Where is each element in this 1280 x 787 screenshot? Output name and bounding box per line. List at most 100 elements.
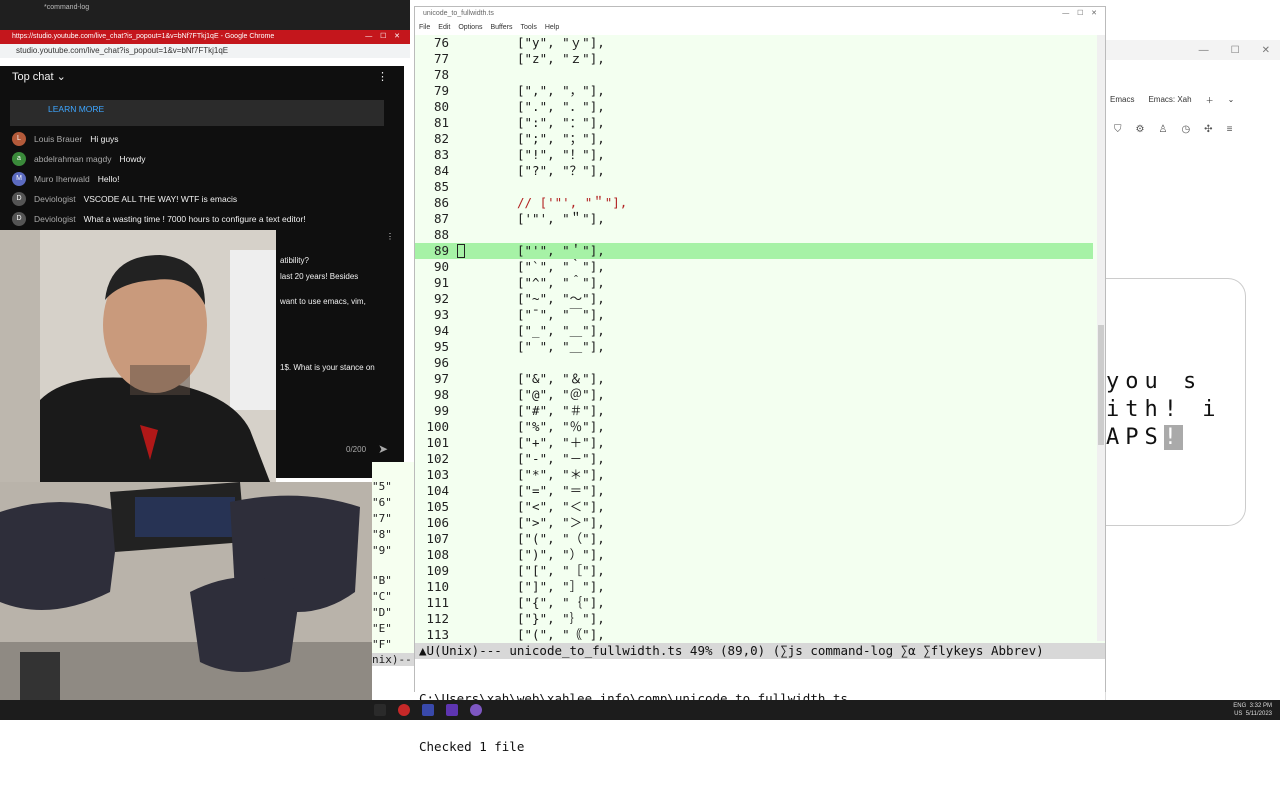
code-line[interactable]: 77 ["z", "ｚ"], [415,51,1093,67]
line-number: 83 [433,147,449,162]
line-number: 88 [433,227,449,242]
code-line[interactable]: 101 ["+", "＋"], [415,435,1093,451]
strip-line: "9" [372,544,392,557]
minimize-icon[interactable]: — [1199,45,1209,56]
code-line[interactable]: 105 ["<", "＜"], [415,499,1093,515]
shield-icon[interactable]: ⛉ [1114,124,1122,135]
code-line[interactable]: 83 ["!", "！"], [415,147,1093,163]
chat-author[interactable]: Deviologist [34,214,76,224]
code-line[interactable]: 100 ["%", "％"], [415,419,1093,435]
chat-author[interactable]: Deviologist [34,194,76,204]
code-line[interactable]: 106 [">", "＞"], [415,515,1093,531]
code-line[interactable]: 80 [".", "．"], [415,99,1093,115]
line-text: ["<", "＜"], [517,499,605,514]
line-number: 103 [426,467,449,482]
code-line[interactable]: 85 [415,179,1093,195]
chat-author[interactable]: Muro Ihenwald [34,174,90,184]
code-line[interactable]: 84 ["?", "？"], [415,163,1093,179]
menu-icon[interactable]: ≡ [1227,124,1233,135]
line-number: 78 [433,67,449,82]
chat-author[interactable]: abdelrahman magdy [34,154,112,164]
menu-buffers[interactable]: Buffers [490,21,512,35]
emacs-icon[interactable] [446,704,458,716]
code-line[interactable]: 79 [",", "，"], [415,83,1093,99]
more-options-icon[interactable]: ⋮ [377,66,388,88]
chat-author[interactable]: Louis Brauer [34,134,82,144]
line-number: 87 [433,211,449,226]
learn-more-link[interactable]: LEARN MORE [10,100,384,126]
avatar: a [12,152,26,166]
side-text: want to use emacs, vim, [280,297,366,306]
line-text: ["_", "＿"], [517,323,605,338]
code-buffer[interactable]: 76 ["y", "ｙ"], 77 ["z", "ｚ"], 78 79 [",", "，"]… [415,35,1095,641]
code-line[interactable]: 86 // ['"', "＂"], [415,195,1093,211]
menu-tools[interactable]: Tools [521,21,537,35]
bg-tab-2[interactable]: Emacs: Xah [1148,95,1191,106]
code-line[interactable]: 90 ["`", "｀"], [415,259,1093,275]
code-line[interactable]: 109 ["[", "［"], [415,563,1093,579]
url-bar[interactable]: studio.youtube.com/live_chat?is_popout=1… [0,44,410,58]
new-tab-icon[interactable]: ＋ [1206,95,1214,106]
chat-text: Hi guys [90,134,119,144]
extension-icon[interactable]: ✣ [1204,124,1212,135]
menu-help[interactable]: Help [545,21,559,35]
more-options-icon[interactable]: ⋮ [386,232,394,241]
code-line[interactable]: 102 ["-", "－"], [415,451,1093,467]
code-line[interactable]: 112 ["}", "｝"], [415,611,1093,627]
code-line[interactable]: 95 [" ", "＿"], [415,339,1093,355]
code-line[interactable]: 88 [415,227,1093,243]
code-line[interactable]: 93 ["¯", "￣"], [415,307,1093,323]
code-line[interactable]: 96 [415,355,1093,371]
vertical-scrollbar[interactable] [1097,35,1105,641]
chrome-icon[interactable] [398,704,410,716]
code-line[interactable]: 82 [";", "；"], [415,131,1093,147]
close-icon[interactable]: ✕ [1262,45,1270,56]
code-line[interactable]: 76 ["y", "ｙ"], [415,35,1093,51]
avatar: L [12,132,26,146]
code-line[interactable]: 87 ['"', "＂"], [415,211,1093,227]
code-line[interactable]: 103 ["*", "＊"], [415,467,1093,483]
code-line[interactable]: 111 ["{", "｛"], [415,595,1093,611]
gear-icon[interactable]: ⚙ [1136,124,1145,135]
line-number: 111 [426,595,449,610]
code-line[interactable]: 78 [415,67,1093,83]
line-text: ["¯", "￣"], [517,307,605,322]
menu-file[interactable]: File [419,21,430,35]
chevron-down-icon[interactable]: ⌄ [1228,95,1235,106]
code-line[interactable]: 108 [")", "）"], [415,547,1093,563]
code-line[interactable]: 113 ["(", "｟"], [415,627,1093,641]
bg-tab-1[interactable]: Emacs [1110,95,1134,106]
line-text: ["y", "ｙ"], [517,35,605,50]
minibuffer[interactable]: C:\Users\xah\web\xahlee_info\comp\unicod… [415,659,1105,754]
maximize-icon[interactable]: ☐ [1231,45,1240,56]
code-line[interactable]: 97 ["&", "＆"], [415,371,1093,387]
app-icon[interactable] [422,704,434,716]
person-icon[interactable]: ♙ [1158,124,1167,135]
line-text: ["%", "％"], [517,419,605,434]
code-line[interactable]: 104 ["=", "＝"], [415,483,1093,499]
line-text: [" ", "＿"], [517,339,605,354]
app-icon[interactable] [470,704,482,716]
code-line[interactable]: 98 ["@", "＠"], [415,387,1093,403]
window-controls[interactable]: — ☐ ✕ [365,30,400,44]
window-controls[interactable]: — ☐ ✕ [1062,7,1097,21]
code-line[interactable]: 94 ["_", "＿"], [415,323,1093,339]
menu-options[interactable]: Options [458,21,482,35]
code-line[interactable]: 92 ["~", "～"], [415,291,1093,307]
code-line[interactable]: 99 ["#", "＃"], [415,403,1093,419]
history-icon[interactable]: ◷ [1181,124,1190,135]
scroll-thumb[interactable] [1098,325,1104,445]
line-number: 77 [433,51,449,66]
line-text: ["&", "＆"], [517,371,605,386]
send-icon[interactable]: ➤ [378,442,388,456]
code-line[interactable]: 110 ["]", "］"], [415,579,1093,595]
line-number: 105 [426,499,449,514]
code-line[interactable]: 89 ["'", "＇"], [415,243,1093,259]
file-explorer-icon[interactable] [374,704,386,716]
code-line[interactable]: 107 ["(", "（"], [415,531,1093,547]
menu-edit[interactable]: Edit [438,21,450,35]
code-line[interactable]: 81 [":", "："], [415,115,1093,131]
chat-mode-dropdown[interactable]: Top chat ⌄ [12,66,66,88]
code-line[interactable]: 91 ["^", "＾"], [415,275,1093,291]
system-tray[interactable]: ENG 3:32 PM US 5/11/2023 [1233,702,1272,718]
